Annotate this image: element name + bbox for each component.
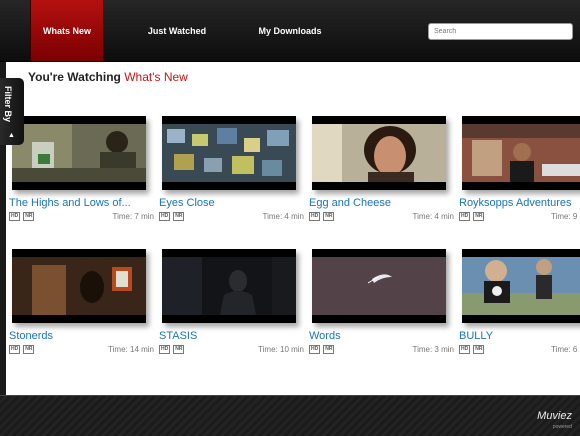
video-duration: Time: 6 [551, 345, 578, 354]
video-thumbnail[interactable] [312, 116, 446, 190]
video-badges: HD NR [309, 345, 335, 354]
filter-label: Filter By [3, 86, 13, 123]
tab-whats-new[interactable]: Whats New [30, 0, 104, 61]
video-duration: Time: 10 min [258, 345, 304, 354]
tab-label: My Downloads [258, 25, 322, 36]
thumbnail-image [162, 124, 296, 182]
rating-badge: NR [173, 345, 185, 354]
rating-badge: NR [23, 345, 35, 354]
video-title[interactable]: Words [309, 330, 454, 342]
thumbnail-image [162, 257, 296, 315]
tab-label: Just Watched [147, 25, 207, 36]
hd-badge: HD [159, 212, 171, 221]
rating-badge: NR [23, 212, 35, 221]
search-input[interactable] [428, 23, 573, 40]
thumbnail-image [312, 124, 446, 182]
video-duration: Time: 3 min [412, 345, 455, 354]
tab-label: Whats New [42, 25, 91, 36]
rating-badge: NR [173, 212, 185, 221]
powered-label: powered [552, 424, 572, 430]
video-badges: HD NR [9, 345, 35, 354]
rating-badge: NR [323, 212, 335, 221]
video-title[interactable]: Egg and Cheese [309, 197, 454, 209]
video-title[interactable]: The Highs and Lows of... [9, 197, 154, 209]
heading-section: What's New [124, 70, 188, 84]
video-title[interactable]: Royksopps Adventures [459, 197, 580, 209]
heading-prefix: You're Watching [28, 70, 121, 84]
video-badges: HD NR [9, 212, 35, 221]
video-badges: HD NR [159, 212, 185, 221]
hd-badge: HD [459, 212, 471, 221]
video-duration: Time: 4 min [412, 212, 455, 221]
video-badges: HD NR [459, 212, 485, 221]
content-area: You're Watching What's New The Highs and… [0, 62, 580, 395]
video-thumbnail[interactable] [462, 249, 580, 323]
video-title[interactable]: Eyes Close [159, 197, 304, 209]
video-title[interactable]: BULLY [459, 330, 580, 342]
brand-logo: Muviez [537, 410, 572, 422]
rating-badge: NR [473, 212, 485, 221]
video-badges: HD NR [159, 345, 185, 354]
thumbnail-image [462, 124, 580, 182]
hd-badge: HD [459, 345, 471, 354]
video-thumbnail[interactable] [12, 116, 146, 190]
video-duration: Time: 7 min [112, 212, 155, 221]
thumbnail-image [12, 257, 146, 315]
bottom-bar [0, 395, 580, 436]
hd-badge: HD [309, 212, 321, 221]
hd-badge: HD [9, 345, 21, 354]
thumbnail-image [312, 257, 446, 315]
rating-badge: NR [473, 345, 485, 354]
video-thumbnail[interactable] [162, 249, 296, 323]
video-title[interactable]: STASIS [159, 330, 304, 342]
up-arrow-icon: ▲ [8, 132, 15, 139]
filter-by-tab[interactable]: Filter By ▲ [0, 78, 24, 145]
video-thumbnail[interactable] [462, 116, 580, 190]
hd-badge: HD [9, 212, 21, 221]
hd-badge: HD [309, 345, 321, 354]
hd-badge: HD [159, 345, 171, 354]
rating-badge: NR [323, 345, 335, 354]
video-duration: Time: 4 min [262, 212, 305, 221]
video-thumbnail[interactable] [312, 249, 446, 323]
thumbnail-image [462, 257, 580, 315]
video-thumbnail[interactable] [162, 116, 296, 190]
video-badges: HD NR [309, 212, 335, 221]
video-duration: Time: 14 min [108, 345, 154, 354]
page-heading: You're Watching What's New [28, 70, 188, 84]
tab-my-downloads[interactable]: My Downloads [250, 0, 330, 61]
tab-just-watched[interactable]: Just Watched [140, 0, 214, 61]
video-duration: Time: 9 [551, 212, 578, 221]
video-badges: HD NR [459, 345, 485, 354]
thumbnail-image [12, 124, 146, 182]
video-title[interactable]: Stonerds [9, 330, 154, 342]
video-thumbnail[interactable] [12, 249, 146, 323]
top-nav-bar: Whats New Just Watched My Downloads [0, 0, 580, 62]
